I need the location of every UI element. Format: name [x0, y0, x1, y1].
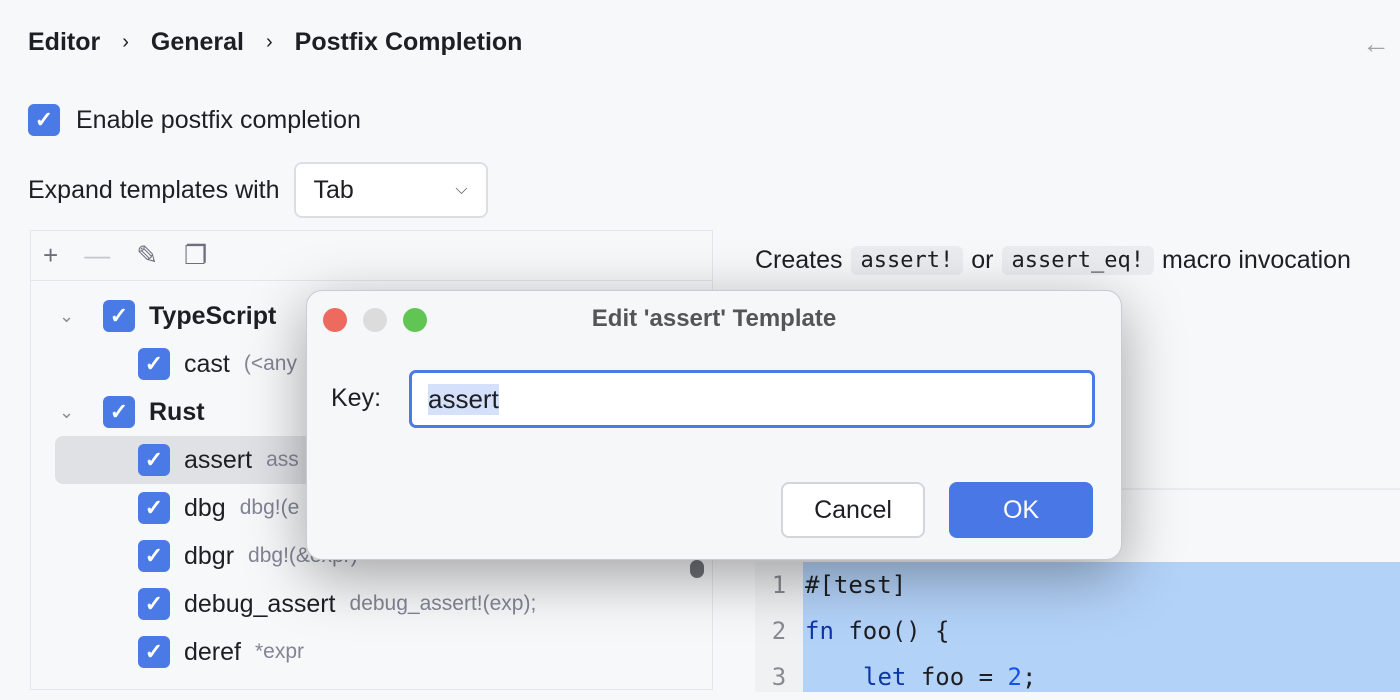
tree-scrollbar[interactable] [690, 560, 704, 578]
checkbox-checked-icon[interactable]: ✓ [103, 396, 135, 428]
desc-code: assert_eq! [1002, 246, 1154, 275]
template-description: Creates assert! or assert_eq! macro invo… [755, 246, 1351, 275]
number: 2 [1008, 663, 1022, 691]
code-text: foo = [921, 663, 993, 691]
tree-group-rust[interactable]: ⌄ ✓ Rust [59, 388, 205, 436]
line-number: 2 [755, 608, 803, 654]
keyword: let [863, 663, 906, 691]
checkbox-checked-icon[interactable]: ✓ [103, 300, 135, 332]
desc-text: macro invocation [1162, 246, 1351, 275]
tree-item-label: dbg [184, 494, 226, 523]
line-number: 1 [755, 562, 803, 608]
code-lines: #[test] fn foo() { let foo = 2; [803, 562, 1400, 692]
tree-item-label: debug_assert [184, 590, 336, 619]
breadcrumb: Editor › General › Postfix Completion [28, 28, 522, 57]
breadcrumb-editor[interactable]: Editor [28, 28, 100, 57]
breadcrumb-general[interactable]: General [151, 28, 244, 57]
tree-toolbar: + — ✎ ❐ [31, 231, 712, 281]
keyword: fn [805, 617, 834, 645]
back-arrow-icon[interactable]: ← [1362, 28, 1390, 60]
code-text: foo() { [848, 617, 949, 645]
line-number-gutter: 1 2 3 [755, 562, 803, 692]
tree-item-desc: dbg!(e [240, 496, 300, 520]
ok-button[interactable]: OK [949, 482, 1093, 538]
tree-item-label: cast [184, 350, 230, 379]
key-input-value: assert [428, 384, 499, 415]
desc-code: assert! [851, 246, 964, 275]
expand-templates-row: Expand templates with Tab ⌵ [28, 162, 488, 218]
enable-postfix-label: Enable postfix completion [76, 106, 361, 135]
dialog-title: Edit 'assert' Template [307, 305, 1121, 333]
checkbox-checked-icon[interactable]: ✓ [138, 540, 170, 572]
checkbox-checked-icon[interactable]: ✓ [28, 104, 60, 136]
breadcrumb-postfix-completion: Postfix Completion [295, 28, 523, 57]
tree-item-desc: *expr [255, 640, 304, 664]
dropdown-value: Tab [314, 176, 354, 205]
expand-key-dropdown[interactable]: Tab ⌵ [294, 162, 488, 218]
chevron-down-icon[interactable]: ⌄ [59, 402, 89, 423]
chevron-down-icon[interactable]: ⌄ [59, 306, 89, 327]
tree-item-desc: ass [266, 448, 299, 472]
tree-item-label: deref [184, 638, 241, 667]
tree-item-desc: debug_assert!(exp); [350, 592, 537, 616]
expand-templates-label: Expand templates with [28, 176, 280, 205]
key-label: Key: [331, 384, 381, 413]
edit-pencil-icon[interactable]: ✎ [136, 240, 158, 271]
tree-item-deref[interactable]: ✓ deref *expr [138, 628, 304, 676]
code-line: fn foo() { [805, 608, 1400, 654]
enable-postfix-checkbox[interactable]: ✓ Enable postfix completion [28, 104, 361, 136]
add-icon[interactable]: + [43, 240, 58, 271]
key-input[interactable]: assert [409, 370, 1095, 428]
tree-group-label: TypeScript [149, 302, 276, 331]
breadcrumb-separator: › [122, 31, 129, 54]
code-text: ; [1022, 663, 1036, 691]
tree-item-debug-assert[interactable]: ✓ debug_assert debug_assert!(exp); [138, 580, 536, 628]
desc-text: or [971, 246, 993, 275]
checkbox-checked-icon[interactable]: ✓ [138, 348, 170, 380]
checkbox-checked-icon[interactable]: ✓ [138, 444, 170, 476]
tree-group-typescript[interactable]: ⌄ ✓ TypeScript [59, 292, 276, 340]
remove-icon[interactable]: — [84, 240, 110, 271]
tree-item-desc: (<any [244, 352, 297, 376]
tree-item-label: dbgr [184, 542, 234, 571]
code-line: #[test] [805, 562, 1400, 608]
edit-template-dialog: Edit 'assert' Template Key: assert Cance… [306, 290, 1122, 560]
checkbox-checked-icon[interactable]: ✓ [138, 588, 170, 620]
tree-item-cast[interactable]: ✓ cast (<any [138, 340, 297, 388]
code-preview: 1 2 3 #[test] fn foo() { let foo = 2; [755, 562, 1400, 692]
code-line: let foo = 2; [805, 654, 1400, 700]
checkbox-checked-icon[interactable]: ✓ [138, 636, 170, 668]
cancel-button[interactable]: Cancel [781, 482, 925, 538]
tree-item-label: assert [184, 446, 252, 475]
line-number: 3 [755, 654, 803, 700]
chevron-down-icon: ⌵ [455, 181, 467, 199]
copy-icon[interactable]: ❐ [184, 240, 207, 271]
desc-text: Creates [755, 246, 843, 275]
breadcrumb-separator: › [266, 31, 273, 54]
tree-item-dbg[interactable]: ✓ dbg dbg!(e [138, 484, 299, 532]
tree-group-label: Rust [149, 398, 205, 427]
checkbox-checked-icon[interactable]: ✓ [138, 492, 170, 524]
